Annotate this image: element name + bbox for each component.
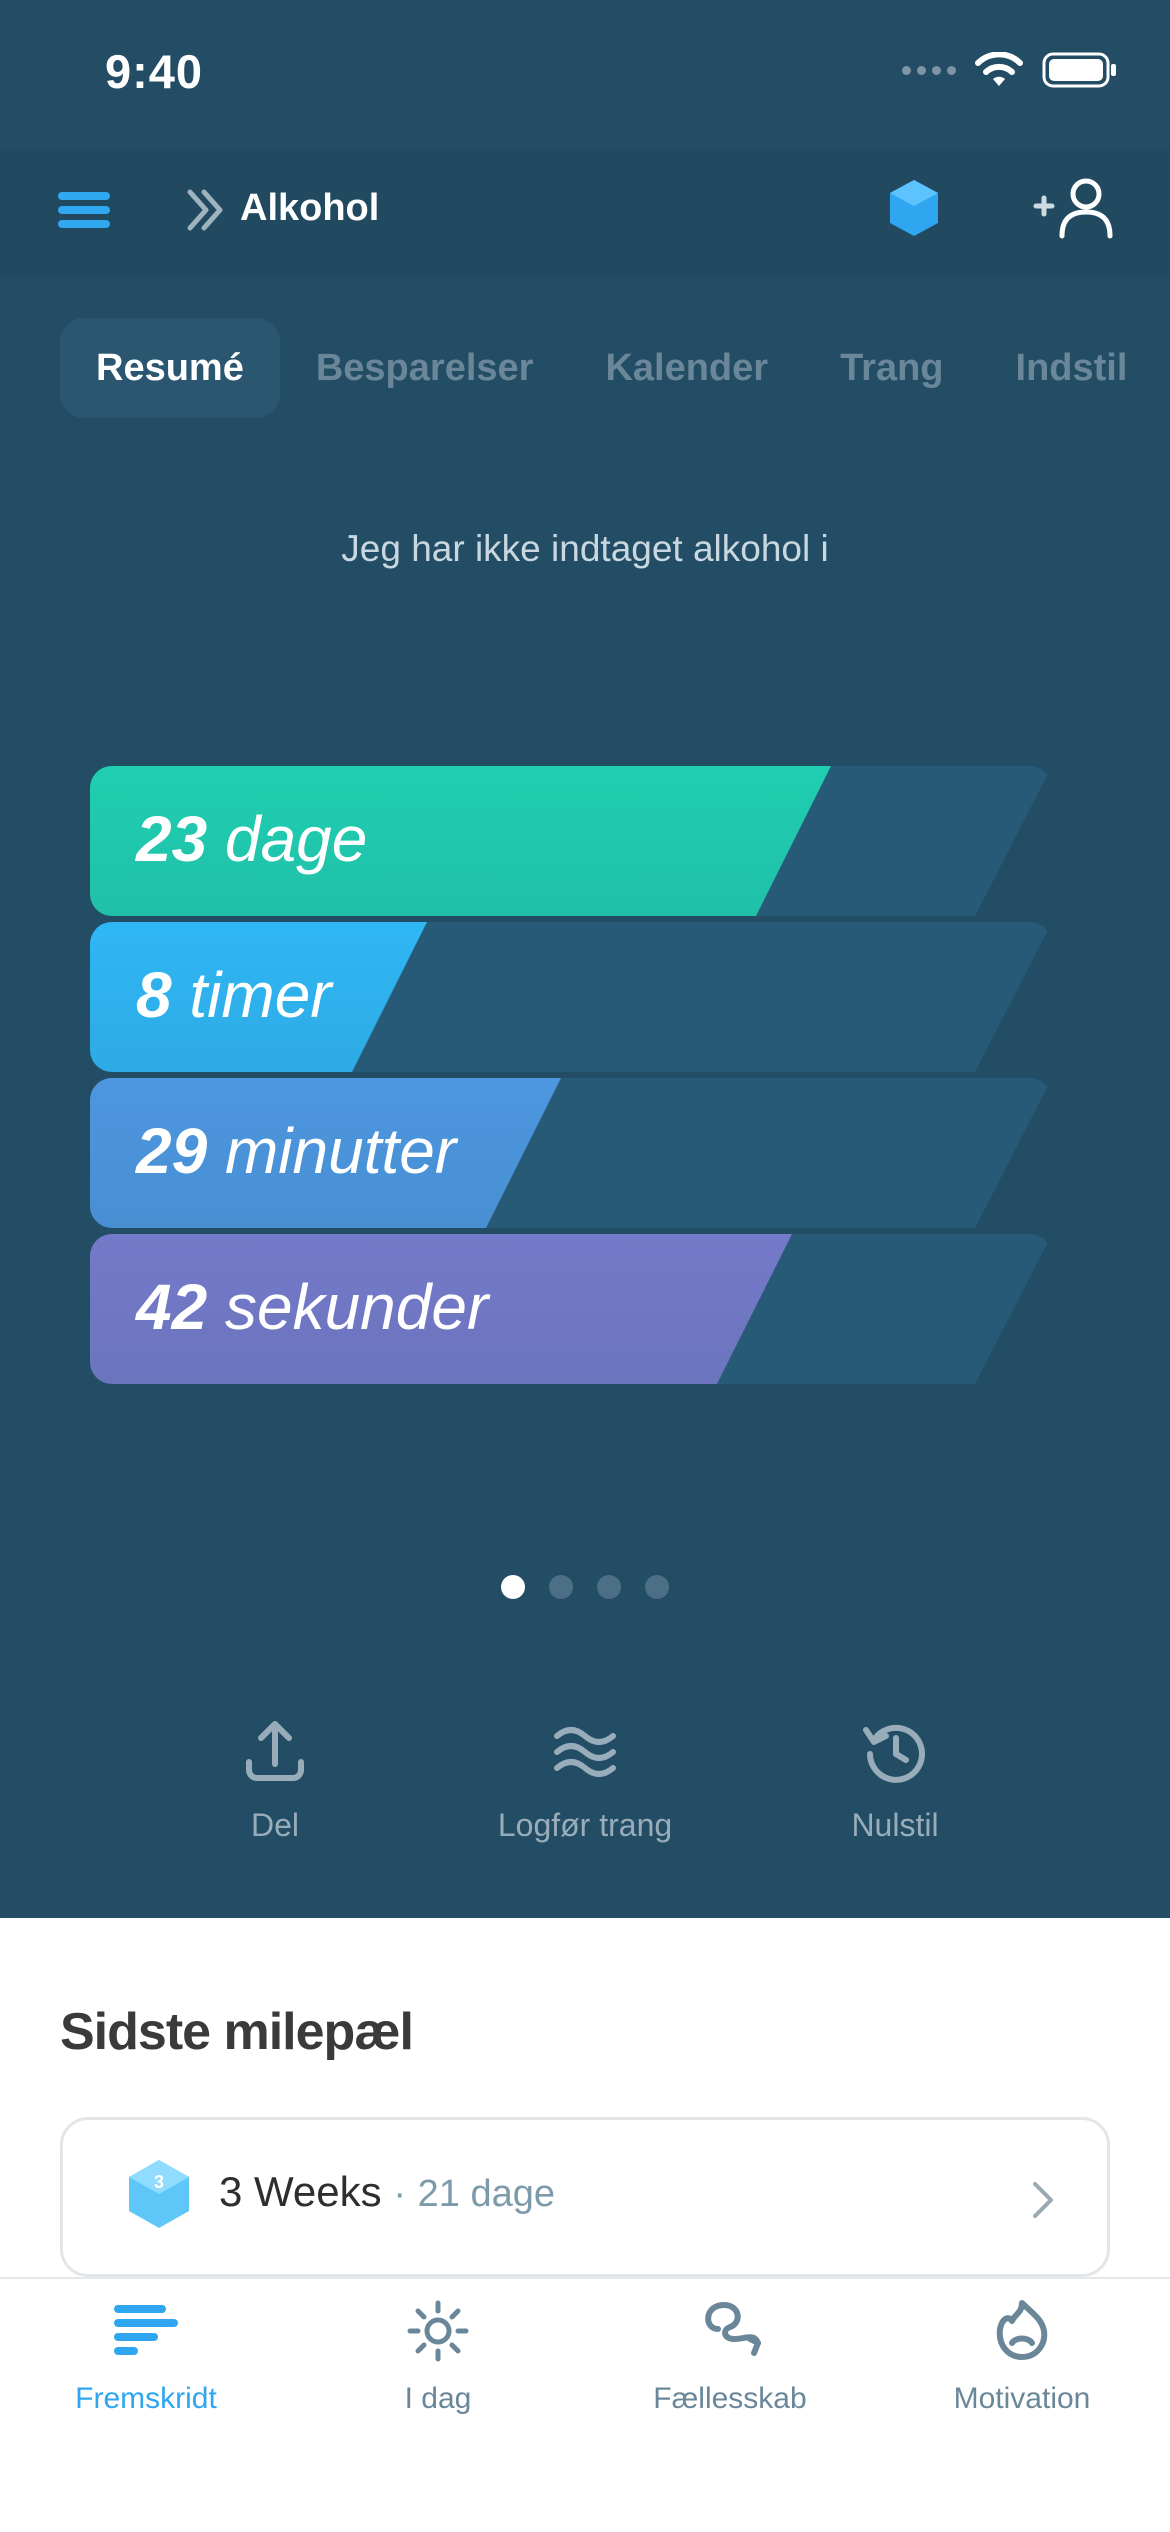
tab-savings[interactable]: Besparelser: [280, 318, 570, 418]
hours-bar-label: 8 timer: [136, 959, 332, 1031]
progress-bars-icon: [114, 2305, 178, 2355]
status-time: 9:40: [105, 45, 204, 98]
tab-today-label: I dag: [404, 2382, 472, 2415]
reset-button[interactable]: Nulstil: [745, 1718, 1045, 1844]
tab-motivation[interactable]: Motivation: [876, 2299, 1168, 2416]
status-indicators: [902, 52, 1118, 88]
navigation-bar: Alkohol: [0, 150, 1170, 275]
seconds-bar: 42 sekunder: [90, 1234, 1052, 1384]
hours-bar: 8 timer: [90, 922, 1052, 1072]
history-icon: [863, 1724, 925, 1783]
bottom-tab-bar: Fremskridt I dag Fællesskab Motivation: [0, 2277, 1170, 2532]
waves-icon: [554, 1727, 616, 1777]
milestone-badge-number: 3: [154, 2172, 164, 2192]
menu-icon[interactable]: [58, 192, 110, 232]
abstinence-lead-text: Jeg har ikke indtaget alkohol i: [341, 528, 829, 569]
sun-icon: [407, 2300, 469, 2362]
tab-progress-label: Fremskridt: [75, 2382, 217, 2415]
tab-motivation-label: Motivation: [953, 2382, 1091, 2415]
tab-community-label: Fællesskab: [653, 2382, 807, 2415]
flame-icon: [996, 2300, 1048, 2360]
share-icon: [246, 1721, 304, 1781]
page-dot[interactable]: [597, 1575, 621, 1599]
cellular-signal-icon: [902, 65, 956, 75]
seconds-bar-label: 42 sekunder: [136, 1271, 489, 1343]
page-dot[interactable]: [549, 1575, 573, 1599]
summary-panel: 9:40 Alkohol Resumé Besparelser Kalender…: [0, 0, 1170, 1918]
log-urge-label: Logfør trang: [497, 1807, 673, 1843]
battery-icon: [1042, 52, 1116, 88]
section-title-milestone: Sidste milepæl: [60, 2003, 414, 2061]
badge-hexagon-icon[interactable]: [888, 178, 940, 238]
tab-community[interactable]: Fællesskab: [584, 2299, 876, 2416]
chevron-right-icon: [1033, 2182, 1053, 2218]
minutes-bar-label: 29 minutter: [136, 1115, 457, 1187]
days-bar: 23 dage: [90, 766, 1052, 916]
minutes-bar: 29 minutter: [90, 1078, 1052, 1228]
reset-label: Nulstil: [851, 1807, 939, 1843]
community-icon: [705, 2301, 761, 2356]
page-indicator[interactable]: [0, 1575, 1170, 1599]
double-chevron-right-icon: [187, 189, 223, 231]
summary-tabs: Resumé Besparelser Kalender Trang Indsti…: [60, 318, 1163, 418]
tab-today[interactable]: I dag: [292, 2299, 584, 2416]
tab-settings[interactable]: Indstil: [980, 318, 1164, 418]
tab-urges[interactable]: Trang: [804, 318, 979, 418]
tab-progress[interactable]: Fremskridt: [0, 2299, 292, 2416]
log-urge-button[interactable]: Logfør trang: [435, 1718, 735, 1844]
wifi-icon: [975, 52, 1023, 86]
add-friend-icon[interactable]: [1030, 176, 1120, 240]
tab-resume[interactable]: Resumé: [60, 318, 280, 418]
days-bar-label: 23 dage: [136, 803, 368, 875]
share-button[interactable]: Del: [125, 1718, 425, 1844]
milestone-card[interactable]: 3 3 Weeks · 21 dage: [60, 2117, 1110, 2277]
milestone-badge-icon: 3: [129, 2160, 189, 2228]
tab-calendar[interactable]: Kalender: [569, 318, 804, 418]
page-dot[interactable]: [645, 1575, 669, 1599]
page-dot[interactable]: [501, 1575, 525, 1599]
share-label: Del: [250, 1807, 299, 1843]
milestone-title: 3 Weeks · 21 dage: [219, 2168, 556, 2215]
page-title[interactable]: Alkohol: [240, 187, 379, 230]
